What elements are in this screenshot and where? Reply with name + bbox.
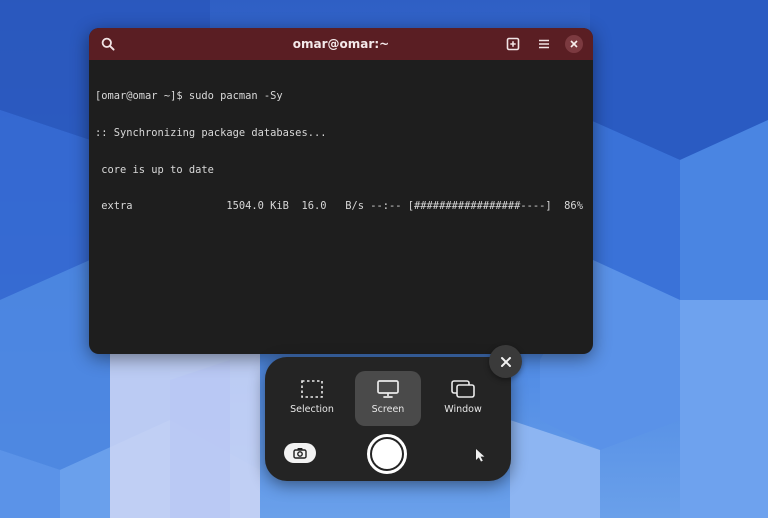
mode-label: Screen [371, 404, 405, 415]
terminal-window: omar@omar:~ [omar@omar ~]$ sudo pacman -… [89, 28, 593, 354]
monitor-icon [377, 380, 399, 398]
terminal-line: :: Synchronizing package databases... [95, 127, 327, 139]
show-pointer-toggle[interactable] [470, 445, 490, 465]
screenshot-panel: Selection Screen Window [265, 357, 511, 481]
capture-button-inner [372, 439, 402, 469]
mode-selection-button[interactable]: Selection [279, 371, 345, 426]
mode-label: Selection [290, 404, 334, 415]
terminal-headerbar: omar@omar:~ [89, 28, 593, 60]
main-menu-button[interactable] [533, 33, 555, 55]
new-tab-icon [506, 37, 520, 51]
search-icon [101, 37, 115, 51]
close-icon [500, 356, 511, 367]
capture-button[interactable] [367, 434, 407, 474]
hamburger-menu-icon [539, 39, 549, 49]
terminal-line: extra 1504.0 KiB 16.0 B/s --:-- [#######… [95, 200, 583, 213]
terminal-line: core is up to date [95, 163, 214, 176]
window-title: omar@omar:~ [292, 37, 390, 51]
terminal-output[interactable]: [omar@omar ~]$ sudo pacman -Sy :: Synchr… [89, 60, 593, 237]
mode-screen-button[interactable]: Screen [355, 371, 421, 426]
pointer-icon [476, 449, 485, 462]
camera-icon [293, 448, 307, 459]
search-button[interactable] [97, 33, 119, 55]
close-icon [570, 40, 578, 48]
window-icon [451, 380, 475, 398]
new-tab-button[interactable] [502, 33, 524, 55]
screenshot-photo-toggle[interactable] [284, 443, 316, 463]
selection-icon [301, 380, 323, 398]
terminal-line: [omar@omar ~]$ sudo pacman -Sy [95, 90, 283, 103]
mode-window-button[interactable]: Window [430, 371, 496, 426]
close-window-button[interactable] [565, 35, 583, 53]
close-screenshot-ui-button[interactable] [489, 345, 522, 378]
mode-label: Window [444, 404, 482, 415]
